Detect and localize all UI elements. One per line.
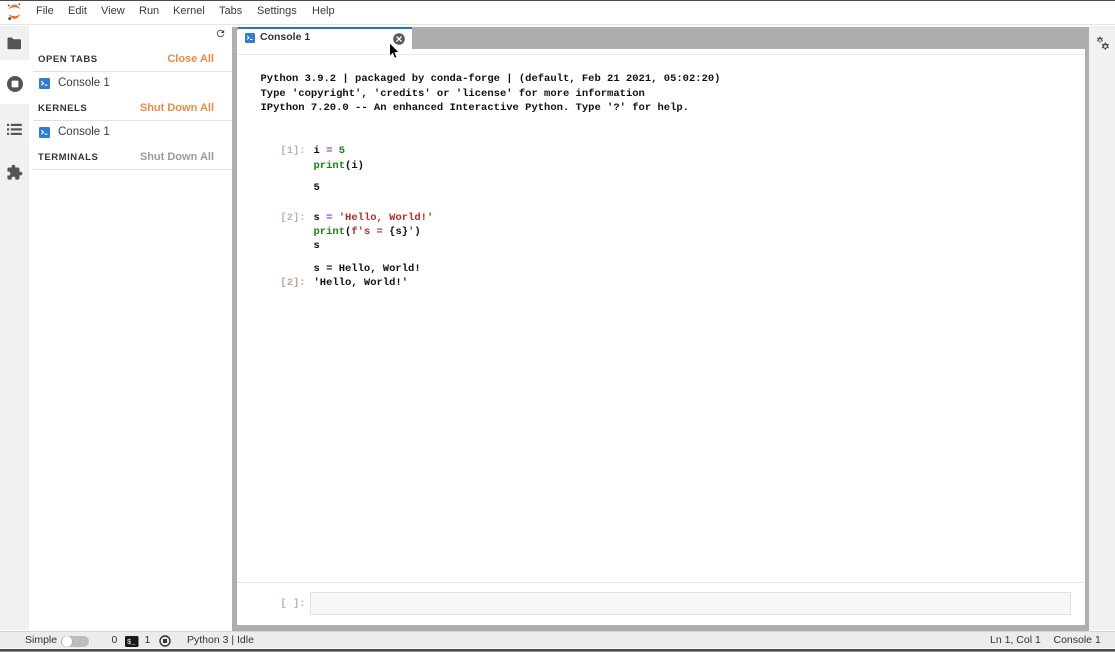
svg-text:$_: $_ xyxy=(127,639,136,647)
